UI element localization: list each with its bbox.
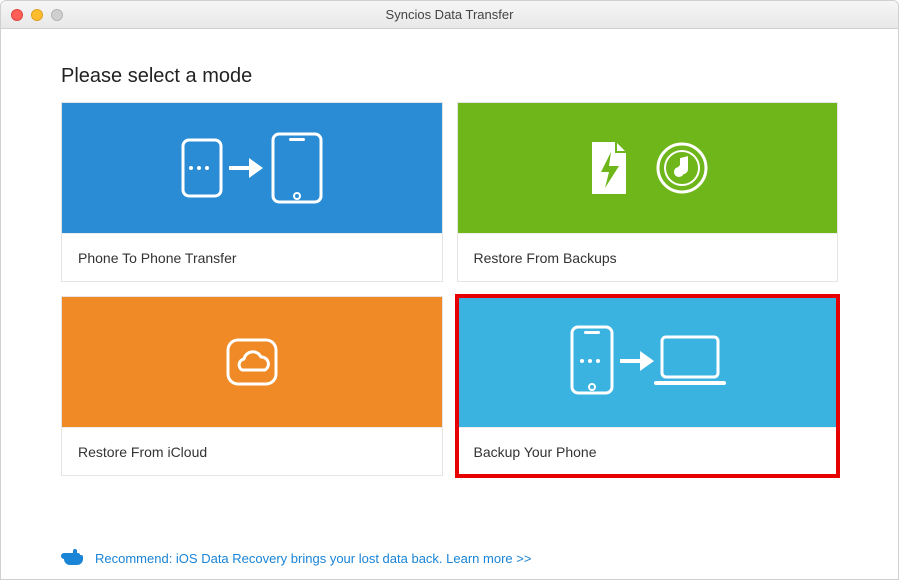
tile-label: Restore From iCloud <box>62 427 442 475</box>
phone-to-laptop-icon <box>562 317 732 407</box>
phone-to-phone-icon <box>177 128 327 208</box>
window-title: Syncios Data Transfer <box>1 7 898 22</box>
tile-label: Phone To Phone Transfer <box>62 233 442 281</box>
tile-backup-phone[interactable]: Backup Your Phone <box>457 296 839 476</box>
recommend-prefix: Recommend: iOS Data Recovery brings your… <box>95 551 446 566</box>
tile-label: Backup Your Phone <box>458 427 838 475</box>
tile-restore-icloud[interactable]: Restore From iCloud <box>61 296 443 476</box>
learn-more-link[interactable]: Learn more >> <box>446 551 531 566</box>
tile-icon-area <box>62 103 442 233</box>
point-hand-icon <box>61 547 87 569</box>
footer: Recommend: iOS Data Recovery brings your… <box>61 529 838 569</box>
tile-restore-backups[interactable]: Restore From Backups <box>457 102 839 282</box>
lightning-page-icon <box>584 138 634 198</box>
tile-label: Restore From Backups <box>458 233 838 281</box>
app-window: Syncios Data Transfer Please select a mo… <box>0 0 899 580</box>
music-disc-icon <box>654 140 710 196</box>
tile-icon-area <box>458 103 838 233</box>
content-area: Please select a mode <box>1 29 898 579</box>
cloud-icon <box>222 334 282 390</box>
tile-icon-area <box>458 297 838 427</box>
tile-phone-to-phone[interactable]: Phone To Phone Transfer <box>61 102 443 282</box>
titlebar: Syncios Data Transfer <box>1 1 898 29</box>
page-heading: Please select a mode <box>61 65 838 88</box>
mode-grid: Phone To Phone Transfer <box>61 102 838 476</box>
tile-icon-area <box>62 297 442 427</box>
recommend-text: Recommend: iOS Data Recovery brings your… <box>95 551 531 566</box>
